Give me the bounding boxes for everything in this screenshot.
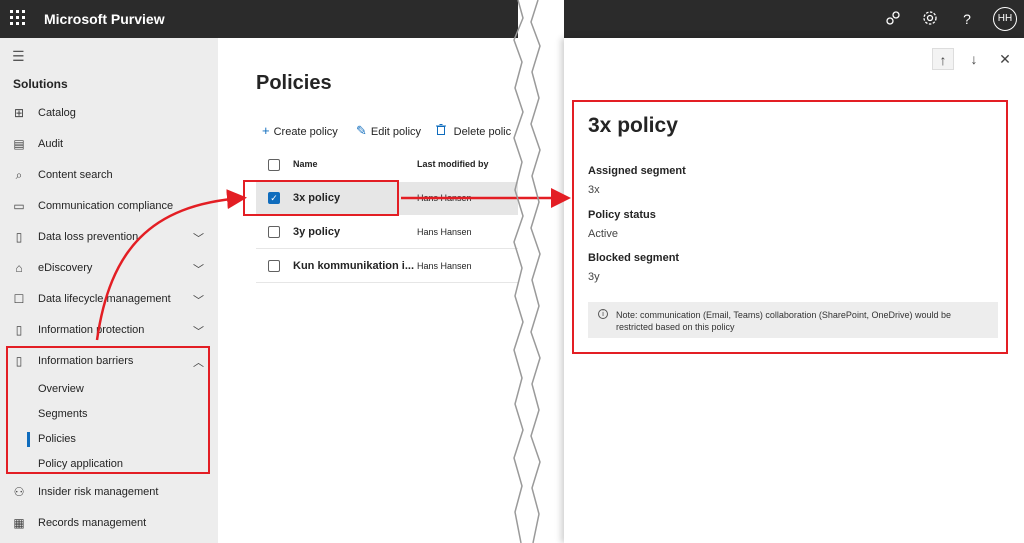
insider-risk-icon: ⚇ (13, 485, 25, 499)
people-icon[interactable] (884, 10, 902, 28)
create-policy-button[interactable]: + Create policy (262, 123, 338, 138)
audit-icon: ▤ (13, 137, 25, 151)
table-row[interactable]: 3y policy Hans Hansen (256, 216, 518, 249)
sidebar-item-catalog[interactable]: ⊞ Catalog (0, 100, 218, 128)
delete-policy-button[interactable]: Delete polic (436, 123, 511, 138)
select-all-checkbox[interactable] (268, 159, 280, 171)
close-icon[interactable]: ✕ (994, 48, 1016, 70)
chevron-down-icon[interactable]: ﹀ (193, 230, 204, 246)
ediscovery-icon: ⌂ (15, 261, 23, 275)
chevron-down-icon[interactable]: ﹀ (193, 323, 204, 339)
catalog-icon: ⊞ (13, 106, 25, 120)
top-bar: Microsoft Purview ? HH (0, 0, 1024, 38)
sidebar-item-ediscovery[interactable]: ⌂ eDiscovery ﹀ (0, 255, 218, 283)
trash-icon (436, 123, 450, 138)
protection-icon: ▯ (15, 323, 23, 337)
column-header-last-modified[interactable]: Last modified by (417, 159, 489, 169)
chevron-down-icon[interactable]: ﹀ (193, 261, 204, 277)
chevron-down-icon[interactable]: ﹀ (193, 292, 204, 308)
avatar[interactable]: HH (993, 7, 1017, 31)
pencil-icon: ✎ (356, 123, 367, 138)
page-title: Policies (256, 72, 332, 94)
sidebar-item-data-lifecycle-management[interactable]: ☐ Data lifecycle management ﹀ (0, 286, 218, 314)
edit-policy-button[interactable]: ✎ Edit policy (356, 123, 421, 139)
sidebar-item-insider-risk-management[interactable]: ⚇ Insider risk management (0, 479, 218, 507)
arrow-up-icon[interactable]: ↑ (932, 48, 954, 70)
sidebar-item-data-loss-prevention[interactable]: ▯ Data loss prevention ﹀ (0, 224, 218, 252)
help-icon[interactable]: ? (958, 10, 976, 28)
solutions-heading: Solutions (13, 77, 68, 91)
dlp-icon: ▯ (15, 230, 23, 244)
row-checkbox[interactable] (268, 260, 280, 272)
sidebar-item-audit[interactable]: ▤ Audit (0, 131, 218, 159)
sidebar-item-records-management[interactable]: ▦ Records management (0, 510, 218, 538)
arrow-down-icon[interactable]: ↓ (963, 48, 985, 70)
plus-icon: + (262, 123, 270, 138)
highlight-box-sidebar (6, 346, 210, 474)
gear-icon[interactable] (921, 10, 939, 28)
row-checkbox[interactable] (268, 226, 280, 238)
column-header-name[interactable]: Name (293, 159, 318, 169)
records-icon: ▦ (13, 516, 25, 530)
policies-list-pane: Policies + Create policy ✎ Edit policy Del… (218, 38, 518, 543)
highlight-box-row (243, 180, 399, 216)
app-title[interactable]: Microsoft Purview (44, 11, 165, 27)
table-row[interactable]: Kun kommunikation i... Hans Hansen (256, 250, 518, 283)
highlight-box-panel (572, 100, 1008, 354)
waffle-icon[interactable] (10, 10, 26, 26)
search-icon: ⌕ (15, 168, 23, 182)
torn-gap (518, 0, 564, 543)
hamburger-icon[interactable]: ☰ (12, 48, 25, 65)
lifecycle-icon: ☐ (13, 292, 25, 306)
chat-icon: ▭ (13, 199, 25, 213)
sidebar-item-communication-compliance[interactable]: ▭ Communication compliance (0, 193, 218, 221)
sidebar-item-content-search[interactable]: ⌕ Content search (0, 162, 218, 190)
sidebar-item-information-protection[interactable]: ▯ Information protection ﹀ (0, 317, 218, 345)
